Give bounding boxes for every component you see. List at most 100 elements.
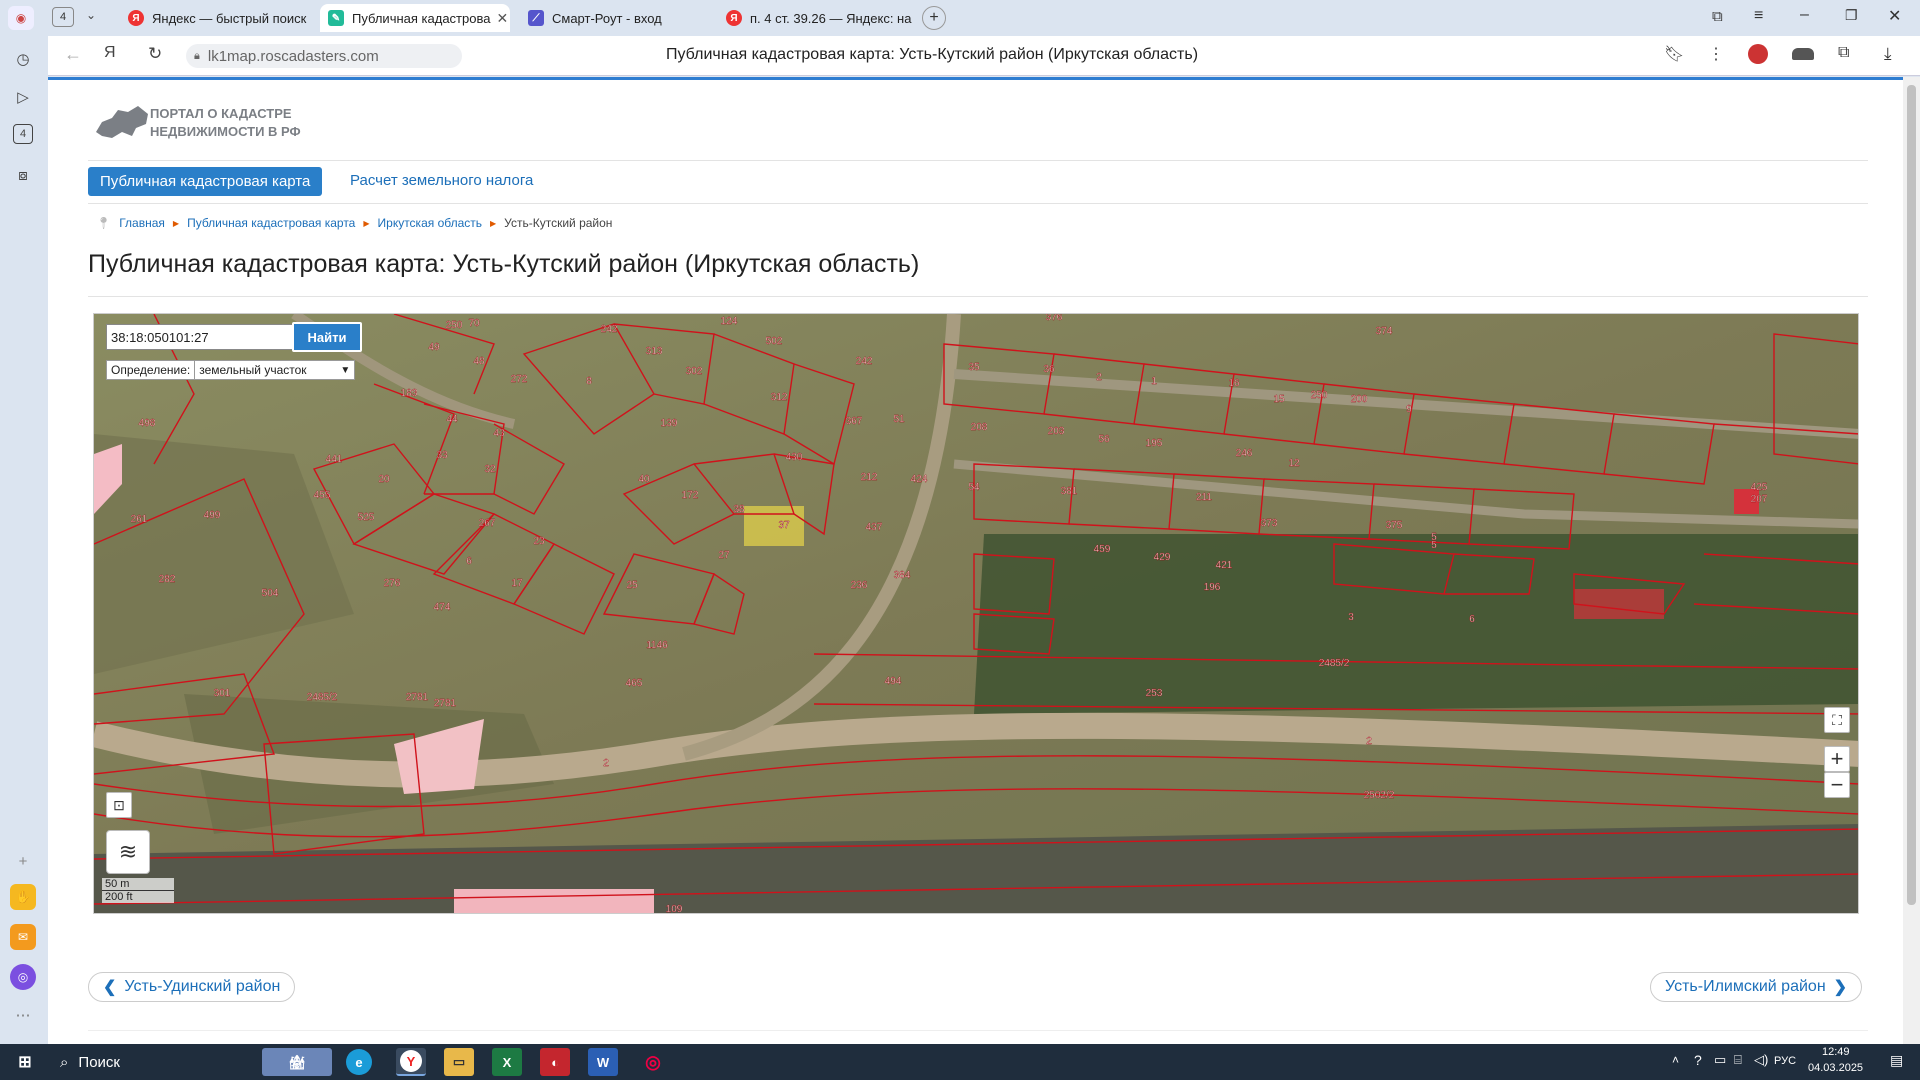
parcel-label: 1146 — [646, 640, 668, 651]
edge-icon[interactable]: e — [346, 1049, 372, 1075]
file-explorer-icon[interactable]: ▭ — [444, 1048, 474, 1076]
parcel-label: 196 — [1204, 582, 1221, 593]
screenshot-icon[interactable]: ⧇ — [10, 162, 36, 188]
parcel-label: 272 — [511, 374, 528, 385]
parcel-label: 37 — [778, 520, 790, 531]
excel-icon[interactable]: X — [492, 1048, 522, 1076]
ruler-button[interactable]: ⊡ — [106, 792, 132, 818]
prev-district-link[interactable]: ❮ Усть-Удинский район — [88, 972, 296, 1002]
url-field[interactable]: 🔒︎ lk1map.roscadasters.com — [186, 44, 462, 68]
find-button[interactable]: Найти — [292, 322, 362, 352]
back-icon[interactable]: ← — [64, 44, 82, 65]
yandex-favicon-icon: Я — [726, 10, 742, 26]
definition-select[interactable]: земельный участок ▼ — [194, 361, 354, 379]
parcel-label: 70 — [468, 318, 480, 329]
history-icon[interactable]: ◷ — [10, 46, 36, 72]
yandex-logo-icon[interactable]: Я — [104, 44, 116, 62]
mail-icon[interactable]: ✉ — [10, 924, 36, 950]
nav-land-tax[interactable]: Расчет земельного налога — [350, 172, 533, 189]
tab-counter[interactable]: 4 — [52, 7, 74, 27]
tab-close-icon[interactable]: ✕ — [490, 10, 508, 27]
zoom-in-button[interactable]: + — [1824, 746, 1850, 772]
restore-icon[interactable]: ❐ — [1845, 7, 1858, 24]
parcel-label: 253 — [1146, 688, 1163, 699]
parcel-label: 494 — [885, 676, 902, 687]
fullscreen-icon[interactable]: ⛶ — [1824, 707, 1850, 733]
tray-help-icon[interactable]: ? — [1694, 1052, 1702, 1068]
breadcrumb-region[interactable]: Иркутская область — [378, 216, 483, 230]
new-tab-button[interactable]: + — [922, 6, 946, 30]
breadcrumb-cadastre-map[interactable]: Публичная кадастровая карта — [187, 216, 355, 230]
tabs-counter-icon[interactable]: 4 — [13, 124, 33, 144]
parcel-label: 242 — [856, 356, 873, 367]
zoom-out-button[interactable]: − — [1824, 772, 1850, 798]
parcel-label: 25 — [626, 580, 638, 591]
bookmark-icon[interactable]: 🔖︎ — [1664, 44, 1684, 64]
parcel-label: 36 — [1043, 364, 1055, 375]
app-red-icon[interactable]: ◐ — [540, 1048, 570, 1076]
smart-route-favicon-icon: ⟋ — [528, 10, 544, 26]
download-icon[interactable]: ⤓ — [1884, 44, 1892, 64]
clock-time[interactable]: 12:49 — [1822, 1046, 1850, 1058]
taskbar-search[interactable]: ⌕ Поиск — [48, 1048, 268, 1076]
parcel-label: 498 — [139, 418, 156, 429]
parcel-label: 424 — [911, 474, 928, 485]
parcel-label: 474 — [434, 602, 451, 613]
breadcrumb-arrow-icon: ▶ — [490, 218, 497, 228]
more-options-icon[interactable]: ⋮ — [1708, 44, 1724, 64]
tab-smart-route[interactable]: ⟋ Смарт-Роут - вход — [520, 4, 710, 32]
clock-date[interactable]: 04.03.2025 — [1808, 1062, 1863, 1074]
selected-parcel-27 — [744, 506, 804, 546]
notifications-icon[interactable]: ▤ — [1890, 1052, 1903, 1069]
bookmarks-icon[interactable]: ⧉ — [1712, 8, 1723, 25]
tab-cadastre[interactable]: ✎ Публичная кадастрова ✕ — [320, 4, 510, 32]
more-icon[interactable]: ⋯ — [10, 1002, 36, 1028]
network-icon[interactable]: ⌸ — [1734, 1052, 1742, 1068]
cadastral-map[interactable]: 250 70 242 124 502 374 376 49 48 313 272 8 302 312 242… — [93, 313, 1859, 914]
tray-chevron-icon[interactable]: ˄ — [1672, 1053, 1679, 1067]
extension-icon[interactable] — [1748, 44, 1768, 64]
breadcrumb-home[interactable]: Главная — [119, 216, 165, 230]
close-window-icon[interactable]: ✕ — [1888, 6, 1901, 26]
parcel-label: 282 — [159, 574, 176, 585]
browser-menu-icon[interactable]: ◉ — [8, 6, 34, 30]
menu-icon[interactable]: ≡ — [1754, 7, 1763, 25]
tab-yandex-search[interactable]: Я п. 4 ст. 39.26 — Яндекс: на — [718, 4, 914, 32]
app-target-icon[interactable]: ◎ — [638, 1048, 668, 1076]
nav-cadastre-map[interactable]: Публичная кадастровая карта — [88, 167, 323, 196]
parcel-label: 373 — [1261, 518, 1278, 529]
play-icon[interactable]: ▷ — [10, 84, 36, 110]
windows-start-icon[interactable]: ⊞ — [10, 1048, 40, 1076]
minimize-icon[interactable]: – — [1800, 6, 1809, 24]
tray-display-icon[interactable]: ▭ — [1714, 1052, 1726, 1068]
map-canvas[interactable]: 250 702421245023743764948313272 8302312242… — [94, 314, 1859, 914]
divider — [88, 203, 1868, 204]
lock-icon: 🔒︎ — [194, 49, 200, 62]
castle-widget-icon[interactable]: 🏰︎ — [262, 1048, 332, 1076]
page-scrollbar[interactable] — [1903, 77, 1920, 1044]
reload-icon[interactable]: ↻ — [148, 44, 162, 64]
parcel-label: 35 — [968, 362, 980, 373]
parcel-label: 9 — [1406, 404, 1412, 415]
volume-icon[interactable]: ◁) — [1754, 1052, 1768, 1068]
parcel-label: 16 — [1228, 378, 1240, 389]
layers-button[interactable]: ≋ — [106, 830, 150, 874]
alice-icon[interactable]: ◎ — [10, 964, 36, 990]
yandex-favicon-icon: Я — [128, 10, 144, 26]
hat-icon[interactable] — [1792, 48, 1814, 60]
scrollbar-thumb[interactable] — [1907, 85, 1916, 905]
tab-yandex[interactable]: Я Яндекс — быстрый поиск — [120, 4, 316, 32]
next-district-link[interactable]: Усть-Илимский район ❯ — [1650, 972, 1863, 1002]
cadastral-number-input[interactable] — [111, 329, 315, 345]
yandex-browser-icon[interactable]: Y — [396, 1048, 426, 1076]
word-icon[interactable]: W — [588, 1048, 618, 1076]
app-icon-yellow[interactable]: ✋ — [10, 884, 36, 910]
collections-icon[interactable]: ⧉ — [1838, 44, 1849, 62]
parcel-label: 5 — [1431, 540, 1437, 551]
parcel-label: 267 — [479, 518, 496, 529]
parcel-label: 124 — [721, 316, 738, 327]
language-indicator[interactable]: РУС — [1774, 1055, 1796, 1067]
add-icon[interactable]: + — [10, 848, 36, 874]
tabs-dropdown-icon[interactable]: ⌄ — [86, 8, 96, 22]
logo[interactable]: ПОРТАЛ О КАДАСТРЕ НЕДВИЖИМОСТИ В РФ — [92, 100, 352, 146]
